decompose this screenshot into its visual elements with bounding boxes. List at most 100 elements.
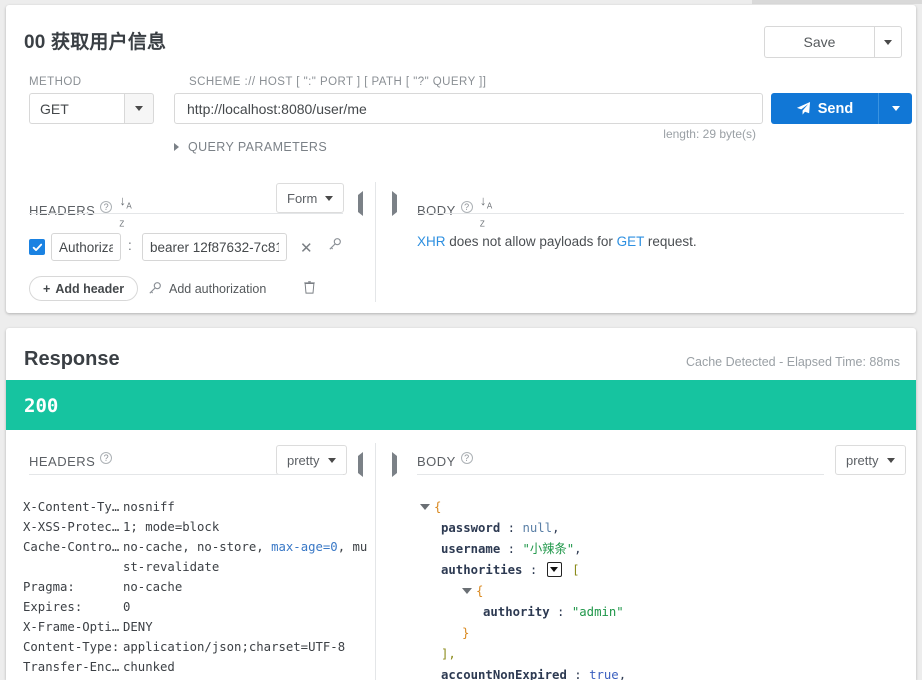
response-header-row: Cache-Contro… no-cache, no-store, max-age… [23, 537, 367, 557]
chevron-down-icon [884, 39, 892, 45]
response-header-row: Content-Type: application/json;charset=UT… [23, 637, 367, 657]
json-comma: , [552, 521, 560, 535]
json-line: username : "小辣条", [420, 539, 626, 560]
response-header-value: 0 [123, 600, 131, 614]
json-collapse-toggle-icon[interactable] [420, 503, 430, 510]
header-row-enabled-checkbox[interactable] [29, 239, 45, 255]
response-title: Response [24, 348, 120, 370]
json-punctuation: } [462, 626, 470, 640]
triangle-right-icon [392, 191, 397, 216]
delete-headers-button[interactable] [303, 280, 316, 299]
response-body-mode-select[interactable]: pretty [835, 445, 906, 475]
sort-alpha-icon[interactable]: ↓A Z [119, 193, 132, 228]
json-array-collapse-button[interactable] [546, 562, 562, 577]
send-dropdown-button[interactable] [878, 93, 912, 124]
triangle-left-icon [358, 452, 363, 477]
request-headers-title: HEADERS ? ↓A Z [29, 193, 132, 228]
question-mark-icon[interactable]: ? [460, 200, 473, 213]
json-collapse-toggle-icon[interactable] [462, 587, 472, 594]
expand-right-button[interactable] [392, 191, 397, 216]
response-headers-mode-select[interactable]: pretty [276, 445, 347, 475]
header-key-input[interactable] [51, 233, 121, 261]
header-value-input[interactable] [142, 233, 287, 261]
paper-plane-icon [796, 101, 810, 115]
response-headers-mode-value: pretty [287, 452, 320, 468]
method-dropdown-button[interactable] [124, 93, 154, 124]
json-line: authorities : [ [420, 560, 626, 581]
note-suffix: request. [644, 234, 697, 249]
add-authorization-button[interactable]: Add authorization [147, 281, 266, 296]
sort-alpha-icon[interactable]: ↓A Z [480, 193, 493, 228]
json-key: username [441, 542, 501, 556]
response-header-row: X-Content-Ty… nosniff [23, 497, 367, 517]
response-header-value: no-cache [123, 580, 183, 594]
remove-header-button[interactable]: ✕ [300, 239, 313, 257]
trash-icon [304, 281, 315, 294]
response-header-value-highlight: max-age=0 [271, 540, 338, 554]
save-button-group[interactable]: Save [764, 26, 902, 58]
response-header-name [23, 557, 123, 577]
key-glyph [329, 238, 341, 250]
response-header-name: X-Content-Ty… [23, 500, 120, 514]
xhr-link[interactable]: XHR [417, 234, 446, 249]
json-line: ], [420, 644, 626, 665]
json-colon: : [522, 563, 545, 577]
json-line: { [420, 581, 626, 602]
response-header-value: application/json;charset=UTF-8 [123, 640, 346, 654]
request-body-label: BODY [417, 203, 456, 219]
get-link[interactable]: GET [617, 234, 645, 249]
chevron-down-icon [886, 457, 895, 463]
json-key: authorities [441, 563, 523, 577]
request-card: 00 获取用户信息 Save METHOD SCHEME :// HOST [ … [6, 5, 916, 313]
request-headers-mode-value: Form [287, 190, 318, 206]
send-button-group[interactable]: Send [771, 93, 912, 124]
send-button-label: Send [817, 100, 854, 117]
response-header-name: X-Frame-Opti… [23, 620, 120, 634]
key-icon[interactable] [327, 237, 342, 257]
collapse-left-button[interactable] [358, 452, 363, 477]
response-header-row: st-revalidate [23, 557, 367, 577]
json-value: "admin" [571, 605, 624, 619]
send-button[interactable]: Send [771, 93, 878, 124]
json-value: true [589, 668, 619, 680]
save-dropdown-button[interactable] [874, 26, 902, 58]
collapse-left-button[interactable] [358, 191, 363, 216]
request-length-note: length: 29 byte(s) [663, 127, 756, 141]
json-key: authority [483, 605, 550, 619]
json-value: null [522, 521, 553, 535]
status-badge: 200 [24, 395, 59, 417]
chevron-down-icon [891, 106, 900, 111]
chevron-down-icon [550, 567, 559, 572]
question-mark-icon[interactable]: ? [100, 451, 113, 464]
json-line: authority : "admin" [420, 602, 626, 623]
query-parameters-toggle[interactable]: QUERY PARAMETERS [174, 140, 327, 154]
json-line: accountNonExpired : true, [420, 665, 626, 680]
request-body-title: BODY ? ↓A Z [417, 193, 493, 228]
method-select[interactable]: GET [29, 93, 154, 124]
response-body-title: BODY ? [417, 451, 473, 469]
response-header-name: Content-Type: [23, 640, 120, 654]
add-header-button[interactable]: + Add header [29, 276, 139, 301]
json-comma: , [618, 668, 627, 680]
url-input[interactable] [174, 93, 763, 124]
question-mark-icon[interactable]: ? [100, 200, 113, 213]
note-middle: does not allow payloads for [445, 234, 617, 249]
response-headers-label: HEADERS [29, 454, 96, 469]
response-header-name: Transfer-Enc… [23, 660, 120, 674]
method-value[interactable]: GET [29, 93, 124, 124]
method-label: METHOD [29, 76, 82, 88]
json-value: "小辣条" [522, 542, 575, 556]
json-line: } [420, 623, 626, 644]
expand-right-button[interactable] [392, 452, 397, 477]
response-header-value: chunked [123, 660, 175, 674]
response-body-mode-value: pretty [846, 452, 879, 468]
response-status-bar: 200 [6, 380, 916, 430]
save-button[interactable]: Save [764, 26, 874, 58]
chevron-right-icon [174, 143, 179, 151]
response-header-row: X-XSS-Protec… 1; mode=block [23, 517, 367, 537]
response-body-label: BODY [417, 454, 456, 469]
question-mark-icon[interactable]: ? [460, 451, 473, 464]
request-headers-mode-select[interactable]: Form [276, 183, 345, 213]
request-headers-underline [29, 213, 343, 214]
json-line: { [420, 497, 626, 518]
